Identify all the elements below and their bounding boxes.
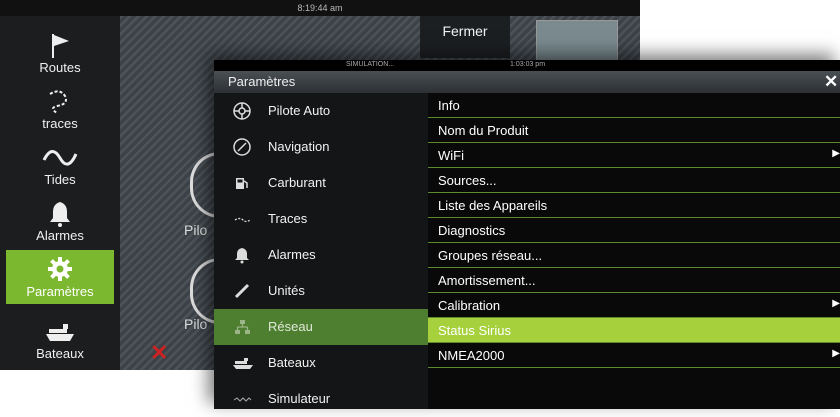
settings-category-list: Pilote Auto Navigation Carburant Traces … — [214, 93, 428, 409]
category-simulateur[interactable]: Simulateur — [214, 381, 428, 417]
pilot-label: Pilo — [184, 316, 208, 332]
back-clock: 8:19:44 am — [297, 3, 343, 13]
sidebar-item-tides[interactable]: Tides — [6, 138, 114, 192]
sidebar-item-label: Routes — [39, 60, 81, 75]
dialog-title: Paramètres — [228, 74, 296, 89]
dialog-header: Paramètres ✕ — [214, 71, 840, 94]
option-groupes-reseau[interactable]: Groupes réseau... — [428, 243, 840, 268]
option-label: Status Sirius — [438, 323, 511, 338]
option-label: Info — [438, 98, 460, 113]
sidebar-item-parametres[interactable]: Paramètres — [6, 250, 114, 304]
category-label: Carburant — [268, 175, 326, 190]
option-label: NMEA2000 — [438, 348, 505, 363]
option-nmea2000[interactable]: NMEA2000 ▶ — [428, 343, 840, 368]
bell-icon — [232, 245, 252, 265]
category-label: Alarmes — [268, 247, 316, 262]
category-bateaux[interactable]: Bateaux — [214, 345, 428, 381]
option-label: Amortissement... — [438, 273, 536, 288]
ship-icon — [6, 316, 114, 346]
sidebar-item-alarmes[interactable]: Alarmes — [6, 194, 114, 248]
sidebar-item-label: Paramètres — [26, 284, 94, 299]
option-label: Groupes réseau... — [438, 248, 543, 263]
option-label: Nom du Produit — [438, 123, 529, 138]
option-wifi[interactable]: WiFi ▶ — [428, 143, 840, 168]
option-label: Sources... — [438, 173, 497, 188]
ruler-icon — [232, 281, 252, 301]
option-sources[interactable]: Sources... — [428, 168, 840, 193]
category-pilote-auto[interactable]: Pilote Auto — [214, 93, 428, 129]
ship-icon — [232, 353, 253, 373]
panel-status-bar: SIMULATION... 1:03:03 pm — [214, 60, 840, 71]
category-carburant[interactable]: Carburant — [214, 165, 428, 201]
option-label: Diagnostics — [438, 223, 506, 238]
option-label: Calibration — [438, 298, 501, 313]
sidebar-item-label: Alarmes — [36, 228, 84, 243]
category-label: Bateaux — [268, 355, 316, 370]
category-unites[interactable]: Unités — [214, 273, 428, 309]
option-liste-des-appareils[interactable]: Liste des Appareils — [428, 193, 840, 218]
settings-dialog: SIMULATION... 1:03:03 pm Paramètres ✕ Pi… — [214, 60, 840, 409]
category-alarmes[interactable]: Alarmes — [214, 237, 428, 273]
fuel-pump-icon — [232, 173, 252, 193]
gear-icon — [6, 254, 114, 284]
category-label: Réseau — [268, 319, 313, 334]
category-label: Pilote Auto — [268, 103, 331, 118]
category-label: Navigation — [268, 139, 330, 154]
sidebar-item-label: Bateaux — [36, 346, 84, 361]
category-label: Simulateur — [268, 391, 331, 406]
submenu-arrow-icon: ▶ — [832, 148, 840, 159]
option-nom-du-produit[interactable]: Nom du Produit — [428, 118, 840, 143]
category-traces[interactable]: Traces — [214, 201, 428, 237]
trail-icon — [232, 209, 252, 229]
simulator-icon — [232, 389, 252, 409]
option-label: Liste des Appareils — [438, 198, 548, 213]
bell-icon — [6, 198, 114, 228]
category-navigation[interactable]: Navigation — [214, 129, 428, 165]
submenu-arrow-icon: ▶ — [832, 298, 840, 309]
category-label: Traces — [268, 211, 308, 226]
trail-icon — [6, 86, 114, 116]
sidebar-item-label: Tides — [44, 172, 76, 187]
option-calibration[interactable]: Calibration ▶ — [428, 293, 840, 318]
back-status-bar: 8:19:44 am — [0, 0, 640, 16]
compass-icon — [232, 137, 252, 157]
settings-option-list: Info Nom du Produit WiFi ▶ Sources... Li… — [428, 93, 840, 409]
network-icon — [232, 317, 252, 337]
tide-wave-icon — [6, 142, 114, 172]
option-label: WiFi — [438, 148, 464, 163]
option-diagnostics[interactable]: Diagnostics — [428, 218, 840, 243]
back-sidebar: Routes traces Tides Alarmes Paramètres B… — [0, 16, 120, 370]
steering-wheel-icon — [232, 101, 252, 121]
sidebar-item-bateaux[interactable]: Bateaux — [6, 312, 114, 366]
category-reseau[interactable]: Réseau — [214, 309, 428, 345]
option-status-sirius[interactable]: Status Sirius — [428, 318, 840, 343]
simulation-indicator: SIMULATION... — [346, 61, 395, 68]
panel-clock: 1:03:03 pm — [510, 61, 546, 68]
sidebar-item-routes[interactable]: Routes — [6, 26, 114, 80]
pilot-label: Pilo — [184, 222, 208, 238]
fermer-button[interactable]: Fermer — [420, 16, 510, 58]
submenu-arrow-icon: ▶ — [832, 348, 840, 359]
error-x-icon: ✕ — [150, 340, 169, 365]
route-flag-icon — [6, 30, 114, 60]
sidebar-item-traces[interactable]: traces — [6, 82, 114, 136]
category-label: Unités — [268, 283, 305, 298]
close-button[interactable]: ✕ — [824, 73, 840, 91]
sidebar-item-label: traces — [42, 116, 78, 131]
option-info[interactable]: Info — [428, 93, 840, 118]
option-amortissement[interactable]: Amortissement... — [428, 268, 840, 293]
